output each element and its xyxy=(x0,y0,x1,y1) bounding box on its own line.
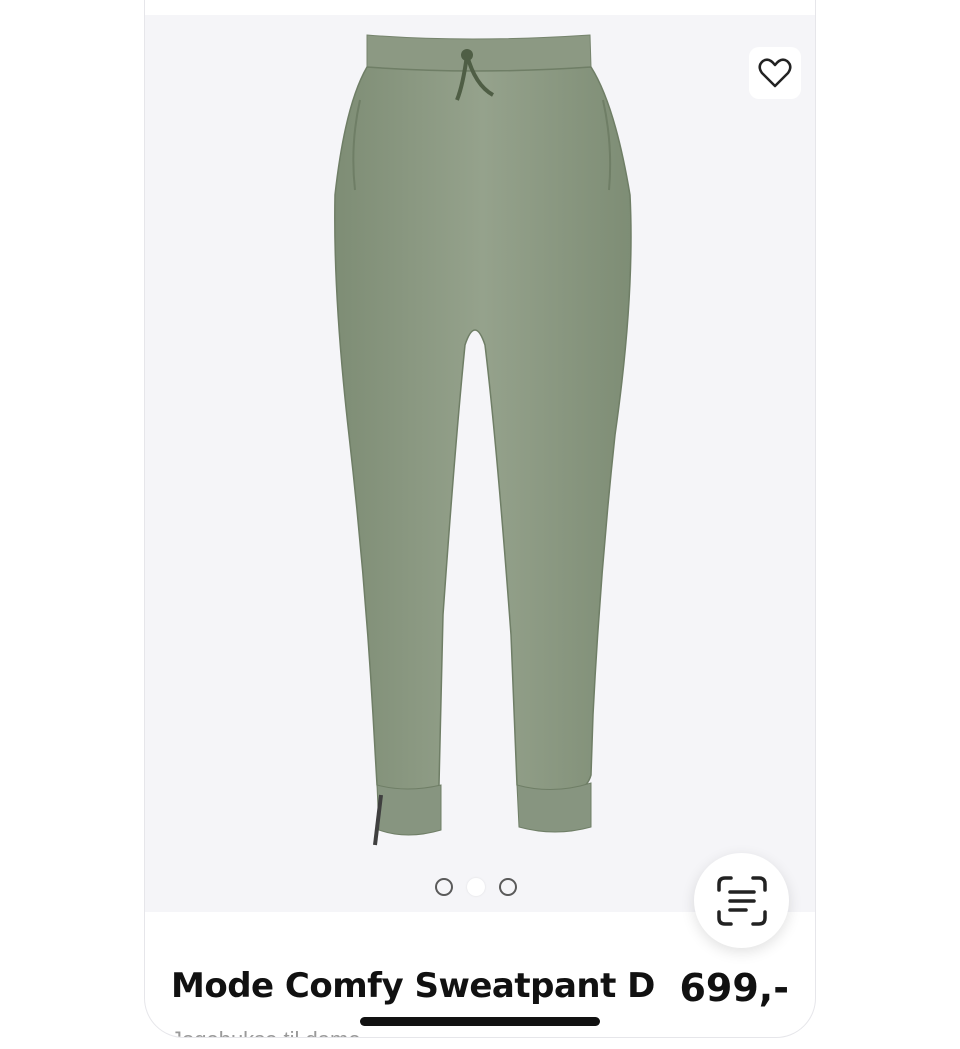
text-scan-icon xyxy=(716,875,767,926)
pagination-dot[interactable] xyxy=(435,878,453,896)
product-subtitle: Jogebukse til dame xyxy=(171,1027,361,1037)
pagination-dot-active[interactable] xyxy=(467,878,485,896)
favorite-button[interactable] xyxy=(749,47,801,99)
product-image xyxy=(334,34,632,846)
product-card[interactable]: Mode Comfy Sweatpant D 699,- Jogebukse t… xyxy=(144,0,816,1038)
product-image-gallery[interactable] xyxy=(145,15,815,948)
product-name[interactable]: Mode Comfy Sweatpant D xyxy=(171,966,655,1006)
product-price: 699,- xyxy=(679,966,789,1010)
pagination-dot[interactable] xyxy=(499,878,517,896)
gallery-pagination xyxy=(435,877,517,897)
visual-search-button[interactable] xyxy=(694,853,789,948)
home-indicator xyxy=(360,1017,600,1026)
heart-outline-icon xyxy=(758,58,792,88)
